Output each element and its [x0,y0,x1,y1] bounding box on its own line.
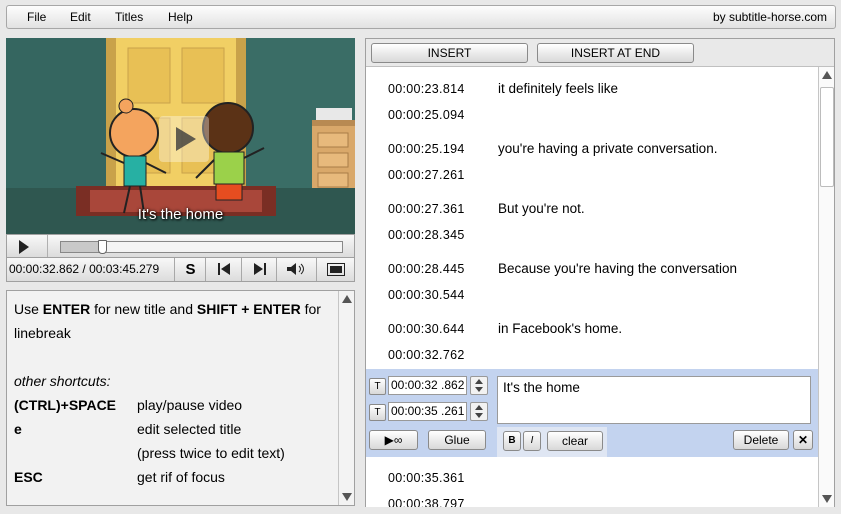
glue-button[interactable]: Glue [428,430,486,450]
divider [47,235,48,257]
subtitle-text: you're having a private conversation. [498,141,718,156]
start-time-stepper[interactable] [470,376,488,395]
clear-button[interactable]: clear [547,431,603,451]
end-time: 00:00:27.261 [388,168,465,182]
format-panel: B I clear [497,427,607,457]
subtitle-row[interactable]: 00:00:28.445 00:00:30.544 Because you're… [366,249,820,310]
start-time: 00:00:27.361 [388,202,465,216]
insert-at-end-button[interactable]: INSERT AT END [537,43,694,63]
skip-back-icon [218,263,230,275]
set-start-time-button[interactable]: T [369,378,386,395]
skip-back-button[interactable] [205,258,242,281]
menu-titles[interactable]: Titles [115,10,143,24]
other-shortcuts-heading: other shortcuts: [14,373,111,389]
progress-fill [61,242,103,252]
subtitle-list: 00:00:23.814 00:00:25.094 it definitely … [366,67,820,507]
subtitle-list-scrollbar[interactable] [818,67,834,507]
shortcut-key: (CTRL)+SPACE [14,397,117,413]
subtitle-editor: INSERT INSERT AT END 00:00:23.814 00:00:… [365,38,835,507]
subtitle-text: But you're not. [498,201,585,216]
end-time-stepper[interactable] [470,402,488,421]
italic-button[interactable]: I [523,431,541,451]
shortcut-desc: edit selected title [137,421,242,437]
subtitle-row[interactable]: 00:00:25.194 00:00:27.261 you're having … [366,129,820,190]
fullscreen-button[interactable] [316,258,355,281]
scroll-down-icon[interactable] [342,493,352,501]
scroll-up-icon[interactable] [822,71,832,79]
play-loop-button[interactable]: ▶∞ [369,430,418,450]
shortcut-key: e [14,421,22,437]
shift-enter-key: SHIFT + ENTER [196,301,301,317]
volume-button[interactable] [276,258,317,281]
play-icon[interactable] [19,240,29,254]
menu-bar: File Edit Titles Help by subtitle-horse.… [6,5,836,29]
start-time: 00:00:28.445 [388,262,465,276]
big-play-icon[interactable] [159,116,209,162]
subtitle-row[interactable]: 00:00:35.361 00:00:38.797 [366,458,820,507]
subtitle-text: it definitely feels like [498,81,619,96]
scroll-down-icon[interactable] [822,495,832,503]
player-controls: 00:00:32.862 / 00:03:45.279 S [6,258,355,282]
menu-help[interactable]: Help [168,10,193,24]
enter-key: ENTER [42,301,91,317]
help-line-1: Use ENTER for new title and SHIFT + ENTE… [14,301,321,317]
subtitle-overlay: It's the home [137,206,224,223]
subtitle-row[interactable]: 00:00:30.644 00:00:32.762 in Facebook's … [366,309,820,370]
editing-row: T 00:00:32 .862 T 00:00:35 .261 It's the… [366,369,820,457]
fullscreen-icon [327,263,345,276]
insert-button[interactable]: INSERT [371,43,528,63]
shortcut-desc: get rif of focus [137,469,225,485]
shortcut-key: ESC [14,469,43,485]
end-time: 00:00:38.797 [388,497,465,507]
subtitle-text: in Facebook's home. [498,321,623,336]
subtitle-row[interactable]: 00:00:23.814 00:00:25.094 it definitely … [366,69,820,130]
subtitle-row[interactable]: 00:00:27.361 00:00:28.345 But you're not… [366,189,820,250]
s-button[interactable]: S [174,258,206,281]
end-time: 00:00:32.762 [388,348,465,362]
video-player[interactable]: It's the home [6,38,355,234]
skip-forward-button[interactable] [241,258,277,281]
toolbar: INSERT INSERT AT END [366,39,834,67]
end-time: 00:00:25.094 [388,108,465,122]
help-line-2: linebreak [14,325,71,341]
help-scrollbar[interactable] [338,291,354,505]
scroll-thumb[interactable] [820,87,834,187]
end-time: 00:00:28.345 [388,228,465,242]
progress-handle[interactable] [98,240,108,254]
shortcut-list: (CTRL)+SPACE play/pause video e edit sel… [14,393,329,489]
end-time: 00:00:30.544 [388,288,465,302]
shortcut-desc: play/pause video [137,397,243,413]
start-time: 00:00:30.644 [388,322,465,336]
volume-icon [287,263,304,275]
seek-bar [6,234,355,258]
subtitle-text-input[interactable]: It's the home [497,376,811,424]
start-time-input[interactable]: 00:00:32 .862 [388,376,467,395]
help-panel: Use ENTER for new title and SHIFT + ENTE… [6,290,355,506]
time-readout: 00:00:32.862 / 00:03:45.279 [9,262,160,276]
start-time: 00:00:25.194 [388,142,465,156]
skip-forward-icon [253,263,266,275]
bold-button[interactable]: B [503,431,521,451]
menu-edit[interactable]: Edit [70,10,91,24]
end-time-input[interactable]: 00:00:35 .261 [388,402,467,421]
brand-link[interactable]: by subtitle-horse.com [713,10,827,24]
help-text: Use ENTER for new title and SHIFT + ENTE… [14,297,329,489]
shortcut-desc: (press twice to edit text) [137,445,285,461]
start-time: 00:00:35.361 [388,471,465,485]
subtitle-text: Because you're having the conversation [498,261,737,276]
scroll-up-icon[interactable] [342,295,352,303]
set-end-time-button[interactable]: T [369,404,386,421]
delete-button[interactable]: Delete [733,430,789,450]
close-icon[interactable]: ✕ [793,430,813,450]
menu-file[interactable]: File [27,10,46,24]
start-time: 00:00:23.814 [388,82,465,96]
